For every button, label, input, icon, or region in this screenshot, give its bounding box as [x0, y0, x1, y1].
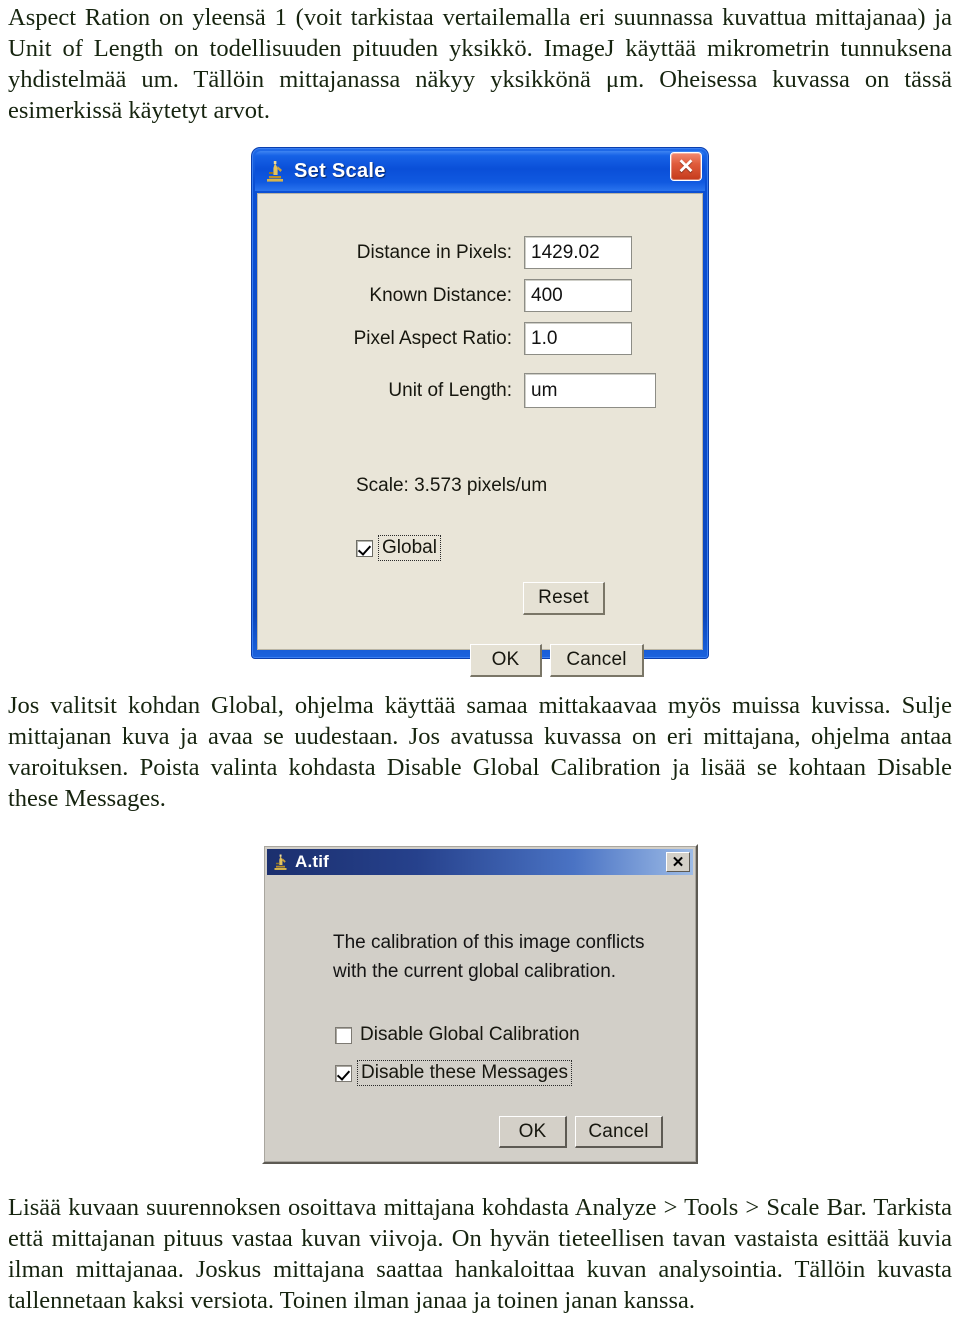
- microscope-icon: [264, 159, 286, 183]
- close-icon: ✕: [677, 155, 695, 178]
- atif-title: A.tif: [295, 852, 330, 871]
- disable-global-calibration-checkbox[interactable]: [335, 1026, 352, 1044]
- atif-client-area: The calibration of this image conflicts …: [267, 876, 693, 1157]
- set-scale-client-area: Distance in Pixels: 1429.02 Known Distan…: [257, 193, 703, 677]
- set-scale-dialog[interactable]: Set Scale ✕ Distance in Pixels: 1429.02 …: [252, 148, 708, 677]
- microscope-icon: [272, 853, 289, 871]
- field-row-unit-of-length: Unit of Length: um: [258, 373, 702, 408]
- known-distance-input[interactable]: 400: [524, 279, 632, 312]
- atif-message-line-1: The calibration of this image conflicts: [333, 932, 645, 953]
- global-checkbox[interactable]: [356, 539, 373, 557]
- global-checkbox-label: Global: [378, 535, 441, 561]
- paragraph-middle-text: Jos valitsit kohdan Global, ohjelma käyt…: [8, 692, 952, 812]
- unit-of-length-input[interactable]: um: [524, 373, 656, 408]
- disable-these-messages-row[interactable]: Disable these Messages: [335, 1060, 572, 1086]
- set-scale-titlebar[interactable]: Set Scale: [255, 151, 705, 191]
- disable-global-calibration-row[interactable]: Disable Global Calibration: [335, 1023, 583, 1047]
- disable-these-messages-label: Disable these Messages: [357, 1060, 572, 1086]
- unit-of-length-label: Unit of Length:: [388, 379, 512, 401]
- paragraph-bottom-text: Lisää kuvaan suurennoksen osoittava mitt…: [8, 1194, 952, 1314]
- distance-in-pixels-label: Distance in Pixels:: [356, 241, 512, 263]
- distance-in-pixels-input[interactable]: 1429.02: [524, 236, 632, 269]
- atif-message-line-2: with the current global calibration.: [333, 961, 617, 982]
- ok-button[interactable]: OK: [470, 644, 542, 677]
- paragraph-bottom: Lisää kuvaan suurennoksen osoittava mitt…: [8, 1192, 952, 1316]
- set-scale-title: Set Scale: [294, 159, 386, 182]
- disable-global-calibration-label: Disable Global Calibration: [360, 1024, 580, 1045]
- known-distance-label: Known Distance:: [369, 284, 512, 306]
- atif-cancel-button[interactable]: Cancel: [575, 1116, 663, 1148]
- atif-titlebar[interactable]: A.tif ✕: [267, 849, 693, 875]
- set-scale-close-button[interactable]: ✕: [670, 152, 702, 181]
- atif-dialog[interactable]: A.tif ✕ The calibration of this image co…: [262, 844, 698, 1164]
- field-row-pixel-aspect-ratio: Pixel Aspect Ratio: 1.0: [258, 322, 702, 355]
- atif-close-button[interactable]: ✕: [666, 852, 690, 872]
- paragraph-top-text: Aspect Ration on yleensä 1 (voit tarkist…: [8, 4, 952, 124]
- atif-ok-button[interactable]: OK: [499, 1116, 567, 1148]
- field-row-distance-in-pixels: Distance in Pixels: 1429.02: [258, 236, 702, 269]
- close-icon: ✕: [671, 853, 685, 871]
- global-checkbox-row[interactable]: Global: [356, 535, 441, 561]
- paragraph-middle: Jos valitsit kohdan Global, ohjelma käyt…: [8, 690, 952, 814]
- pixel-aspect-ratio-input[interactable]: 1.0: [524, 322, 632, 355]
- cancel-button[interactable]: Cancel: [550, 644, 644, 677]
- scale-note: Scale: 3.573 pixels/um: [356, 475, 548, 496]
- paragraph-top: Aspect Ration on yleensä 1 (voit tarkist…: [8, 2, 952, 126]
- field-row-known-distance: Known Distance: 400: [258, 279, 702, 312]
- pixel-aspect-ratio-label: Pixel Aspect Ratio:: [353, 327, 512, 349]
- reset-button[interactable]: Reset: [523, 582, 605, 615]
- disable-these-messages-checkbox[interactable]: [335, 1064, 352, 1082]
